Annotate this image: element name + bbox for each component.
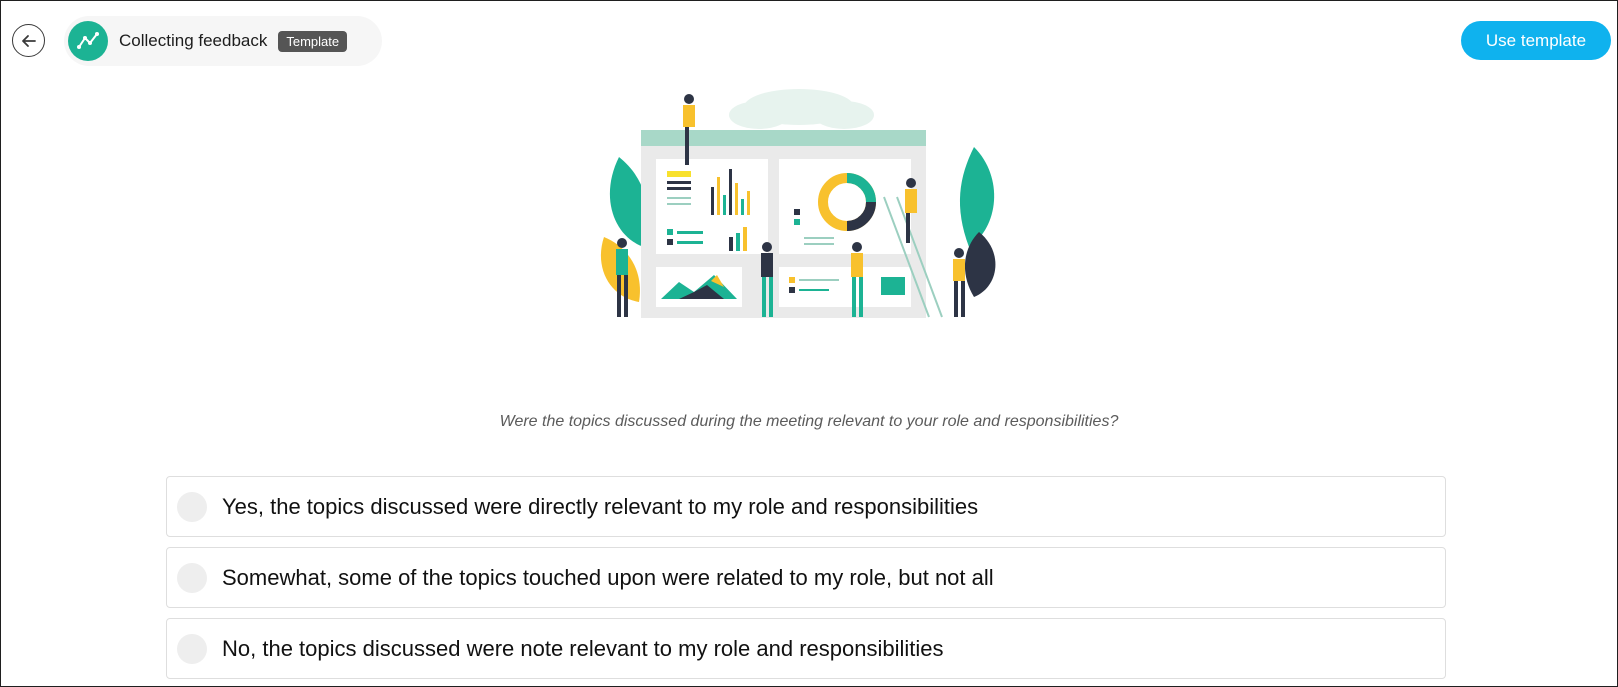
back-button[interactable] xyxy=(12,24,45,57)
answer-options: Yes, the topics discussed were directly … xyxy=(166,476,1446,687)
arrow-left-icon xyxy=(21,34,36,47)
radio-button[interactable] xyxy=(177,633,207,664)
use-template-button[interactable]: Use template xyxy=(1461,21,1611,60)
radio-button[interactable] xyxy=(177,491,207,522)
trend-line-icon xyxy=(68,21,108,61)
option-no[interactable]: No, the topics discussed were note relev… xyxy=(166,618,1446,679)
template-title-pill: Collecting feedback Template xyxy=(64,16,382,66)
option-label: Yes, the topics discussed were directly … xyxy=(222,493,979,519)
question-text: Were the topics discussed during the mee… xyxy=(499,413,1119,430)
option-label: No, the topics discussed were note relev… xyxy=(222,635,944,661)
option-label: Somewhat, some of the topics touched upo… xyxy=(222,564,994,590)
option-yes[interactable]: Yes, the topics discussed were directly … xyxy=(166,476,1446,537)
option-somewhat[interactable]: Somewhat, some of the topics touched upo… xyxy=(166,547,1446,608)
template-badge: Template xyxy=(278,30,348,52)
radio-button[interactable] xyxy=(177,562,207,593)
page-title: Collecting feedback xyxy=(119,31,268,50)
dashboard-illustration xyxy=(600,89,996,318)
